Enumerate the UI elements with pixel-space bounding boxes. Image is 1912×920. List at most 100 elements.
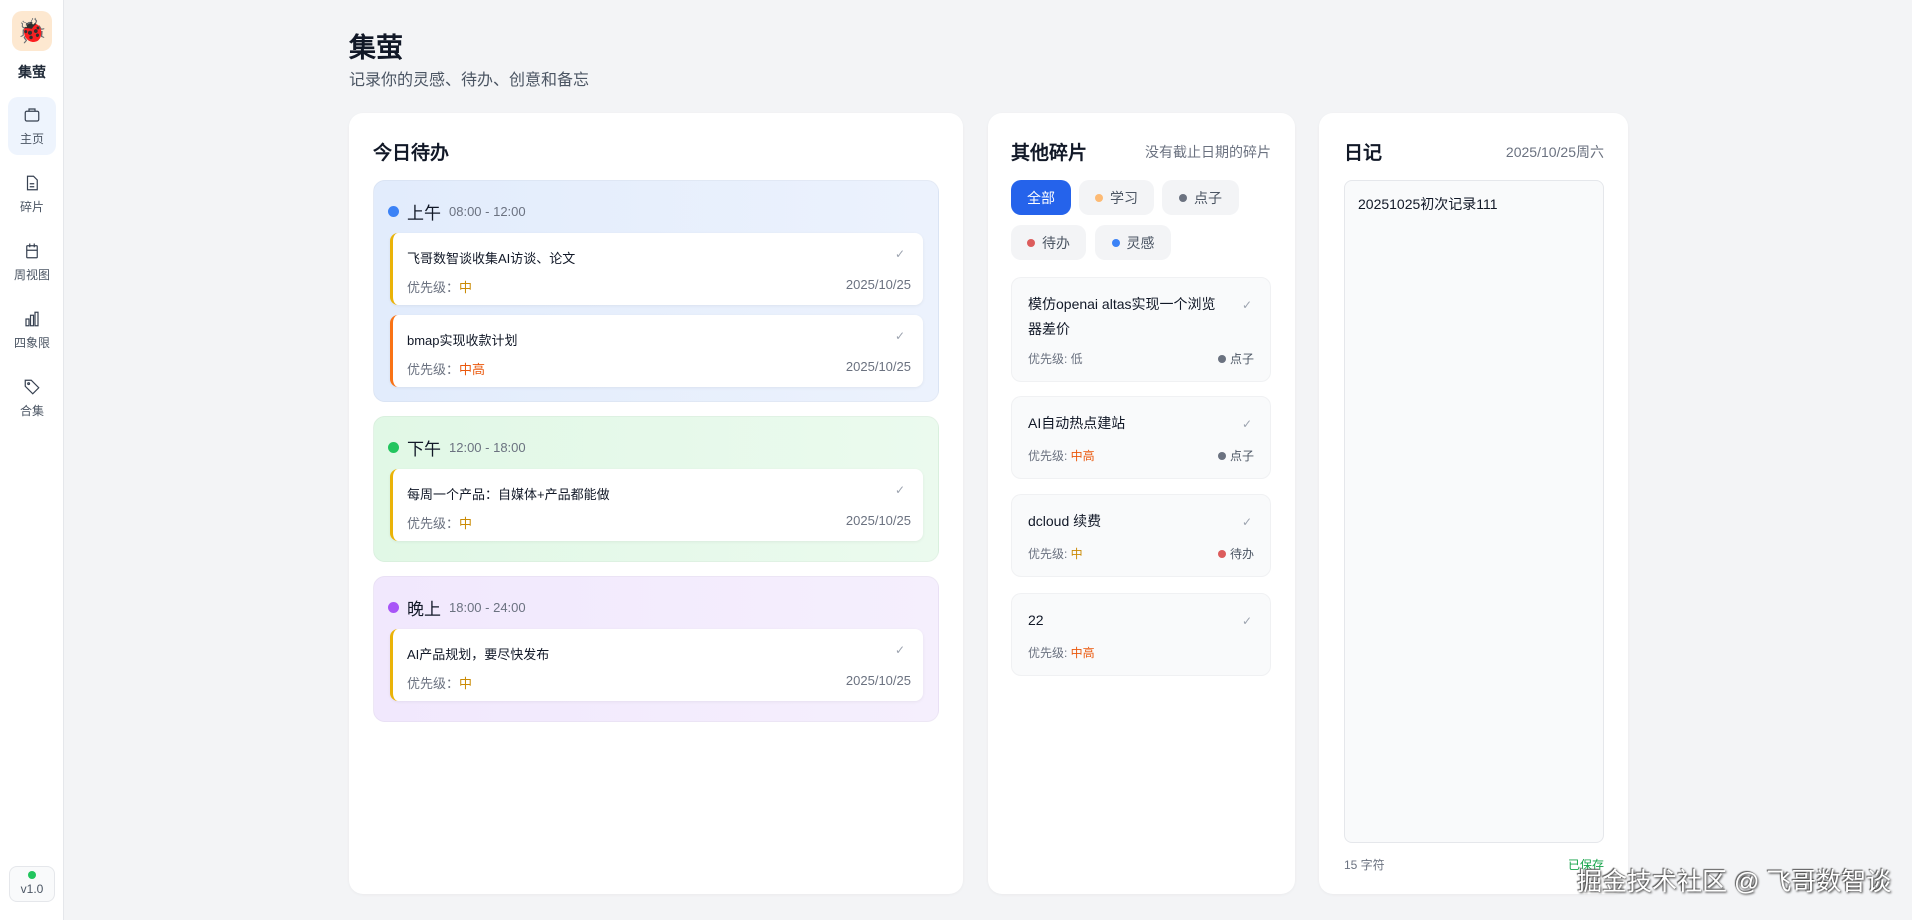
sidebar-item-label: 碎片	[19, 199, 44, 214]
priority-label: 优先级:	[1028, 547, 1071, 561]
task-title: bmap实现收款计划	[407, 333, 518, 348]
check-icon[interactable]: ✓	[1242, 298, 1252, 312]
priority-value: 低	[1070, 352, 1083, 366]
diary-textarea[interactable]: 20251025初次记录111	[1344, 180, 1604, 843]
today-title: 今日待办	[373, 143, 450, 164]
task-title: AI产品规划，要尽快发布	[407, 647, 550, 662]
dot-icon	[388, 602, 399, 613]
chip-label: 学习	[1110, 189, 1138, 206]
bar-chart-icon	[25, 311, 39, 326]
priority-value: 中高	[1070, 646, 1095, 660]
fragment-item[interactable]: 22 ✓ 优先级: 中高	[1011, 593, 1271, 676]
dot-icon	[1217, 451, 1226, 460]
app-logo: 🐞	[12, 11, 52, 51]
check-icon[interactable]: ✓	[1242, 614, 1252, 628]
fragments-title: 其他碎片	[1011, 143, 1088, 164]
check-icon[interactable]: ✓	[895, 247, 905, 261]
dot-icon	[1179, 193, 1187, 202]
section-name: 上午	[407, 204, 441, 223]
check-icon[interactable]: ✓	[895, 483, 905, 497]
task-date: 2025/10/25	[845, 673, 911, 688]
briefcase-icon	[24, 107, 40, 122]
diary-date: 2025/10/25周六	[1505, 144, 1604, 160]
fragment-tag: 点子	[1229, 449, 1254, 463]
sidebar-item-label: 合集	[19, 403, 44, 418]
filter-study[interactable]: 学习	[1079, 180, 1154, 215]
fragment-title: dcloud 续费	[1028, 513, 1102, 529]
check-icon[interactable]: ✓	[895, 643, 905, 657]
chip-label: 待办	[1042, 234, 1070, 251]
dot-icon	[1111, 238, 1120, 247]
priority-value: 中	[1070, 547, 1083, 561]
fragment-tag: 待办	[1229, 547, 1254, 561]
task-item[interactable]: 飞哥数智谈收集AI访谈、论文 ✓ 优先级：中 2025/10/25	[390, 233, 923, 305]
chip-label: 全部	[1027, 189, 1055, 206]
filter-todo[interactable]: 待办	[1011, 225, 1086, 260]
dot-icon	[388, 442, 399, 453]
calendar-icon	[26, 243, 38, 258]
section-afternoon: 下午 12:00 - 18:00 每周一个产品：自媒体+产品都能做 ✓ 优先级：中…	[373, 416, 939, 562]
diary-title: 日记	[1344, 143, 1383, 164]
sidebar-item-label: 四象限	[13, 335, 50, 350]
status-dot	[28, 871, 36, 879]
sidebar-item-label: 主页	[19, 131, 44, 146]
section-name: 晚上	[407, 600, 441, 619]
priority-label: 优先级：	[407, 362, 460, 377]
fragment-title: AI自动热点建站	[1028, 415, 1126, 431]
priority-value: 中高	[459, 362, 486, 377]
fragment-item[interactable]: AI自动热点建站 ✓ 优先级: 中高 点子	[1011, 396, 1271, 479]
check-icon[interactable]: ✓	[1242, 515, 1252, 529]
watermark: 掘金技术社区 @ 飞哥数智谈	[1577, 868, 1892, 896]
sidebar: 🐞 集萤 主页 碎片 周视图 四象限 合集 v1.0	[0, 0, 64, 920]
sidebar-item-fragments[interactable]: 碎片	[8, 165, 56, 223]
dot-icon	[1095, 193, 1103, 202]
sidebar-item-quadrant[interactable]: 四象限	[8, 301, 56, 359]
section-name: 下午	[407, 440, 441, 459]
task-item[interactable]: bmap实现收款计划 ✓ 优先级：中高 2025/10/25	[390, 315, 923, 387]
section-evening: 晚上 18:00 - 24:00 AI产品规划，要尽快发布 ✓ 优先级：中 202…	[373, 576, 939, 722]
dot-icon	[1027, 238, 1035, 247]
filter-all[interactable]: 全部	[1011, 180, 1071, 215]
tag-icon	[24, 379, 40, 395]
page-title: 集萤	[349, 33, 403, 63]
filter-idea[interactable]: 点子	[1162, 180, 1239, 215]
version-badge: v1.0	[9, 866, 55, 902]
task-date: 2025/10/25	[845, 513, 911, 528]
sidebar-item-week[interactable]: 周视图	[8, 233, 56, 291]
sidebar-item-home[interactable]: 主页	[8, 97, 56, 155]
priority-label: 优先级：	[407, 280, 460, 295]
task-item[interactable]: 每周一个产品：自媒体+产品都能做 ✓ 优先级：中 2025/10/25	[390, 469, 923, 541]
check-icon[interactable]: ✓	[1242, 417, 1252, 431]
task-item[interactable]: AI产品规划，要尽快发布 ✓ 优先级：中 2025/10/25	[390, 629, 923, 701]
chip-label: 灵感	[1126, 234, 1155, 251]
dot-icon	[1217, 354, 1226, 363]
priority-value: 中	[459, 676, 473, 691]
priority-label: 优先级：	[407, 676, 460, 691]
task-title: 飞哥数智谈收集AI访谈、论文	[407, 251, 576, 266]
section-time: 18:00 - 24:00	[449, 600, 526, 615]
page-subtitle: 记录你的灵感、待办、创意和备忘	[349, 72, 590, 89]
priority-label: 优先级:	[1028, 646, 1071, 660]
priority-label: 优先级:	[1028, 352, 1071, 366]
priority-value: 中高	[1070, 449, 1095, 463]
fragments-subtitle: 没有截止日期的碎片	[1145, 144, 1271, 160]
priority-value: 中	[459, 280, 473, 295]
check-icon[interactable]: ✓	[895, 329, 905, 343]
filter-inspiration[interactable]: 灵感	[1095, 225, 1171, 260]
sidebar-item-collections[interactable]: 合集	[8, 369, 56, 427]
fragment-title: 模仿openai altas实现一个浏览器差价	[1028, 296, 1216, 337]
fragment-item[interactable]: 模仿openai altas实现一个浏览器差价 ✓ 优先级: 低 点子	[1011, 277, 1271, 382]
version-label: v1.0	[20, 882, 44, 896]
fragment-item[interactable]: dcloud 续费 ✓ 优先级: 中 待办	[1011, 494, 1271, 577]
priority-value: 中	[459, 516, 473, 531]
priority-label: 优先级:	[1028, 449, 1071, 463]
task-date: 2025/10/25	[845, 277, 911, 292]
char-count: 15 字符	[1344, 858, 1385, 872]
dot-icon	[1217, 549, 1226, 558]
priority-label: 优先级：	[407, 516, 460, 531]
chip-label: 点子	[1194, 189, 1222, 206]
fragment-tag: 点子	[1229, 352, 1254, 366]
brand-name: 集萤	[18, 64, 46, 80]
task-date: 2025/10/25	[845, 359, 911, 374]
sidebar-item-label: 周视图	[13, 267, 50, 282]
